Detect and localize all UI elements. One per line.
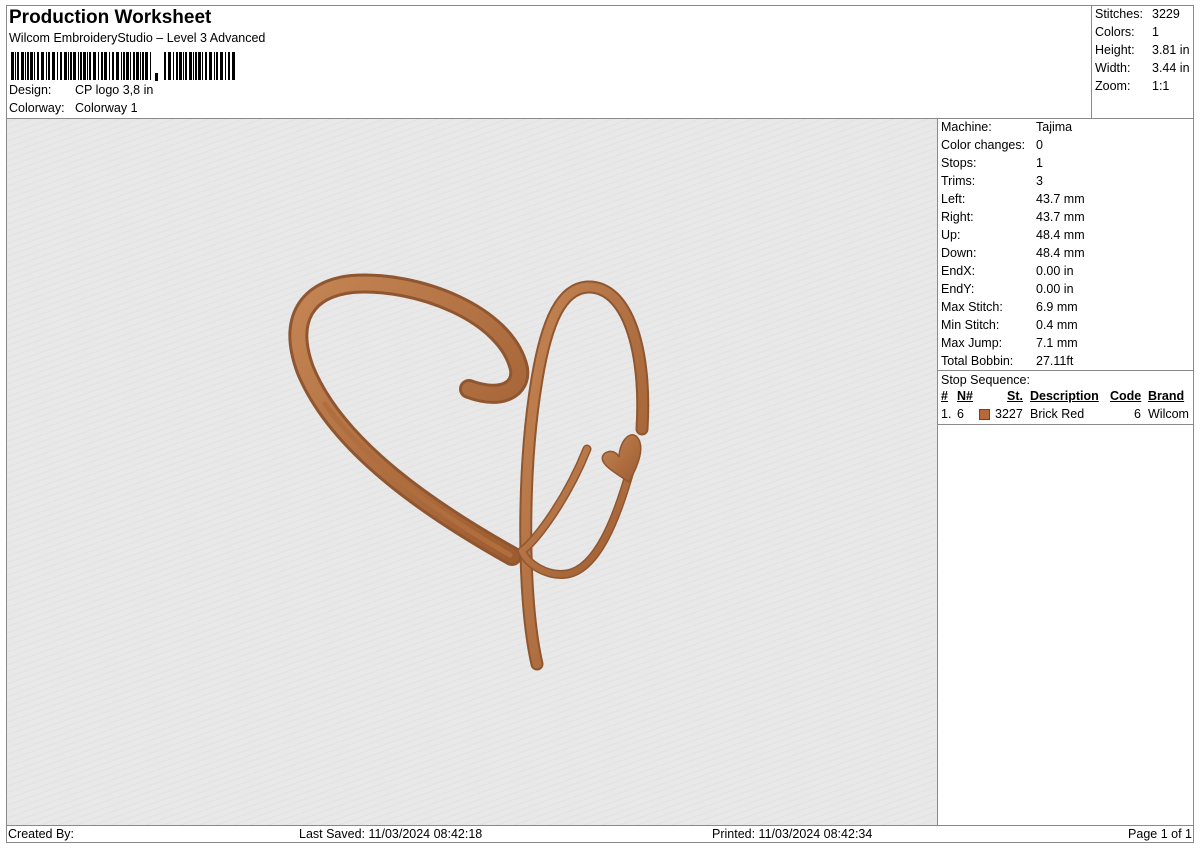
stitches-value: 3229 [1152,7,1180,21]
row-code: 6 [1134,407,1141,421]
machine-info-value: 0 [1036,138,1043,152]
machine-info-value: 0.4 mm [1036,318,1078,332]
canvas-divider [937,118,938,825]
row-num: 1. [941,407,952,421]
colorway-label: Colorway: [9,101,65,115]
colors-value: 1 [1152,25,1159,39]
machine-info-value: 3 [1036,174,1043,188]
height-label: Height: [1095,43,1135,57]
machine-info-value: 0.00 in [1036,282,1074,296]
worksheet-header: Production Worksheet Wilcom EmbroiderySt… [6,5,1092,118]
machine-info-row: Max Stitch: 6.9 mm [941,298,1085,316]
design-value: CP logo 3,8 in [75,83,154,97]
colorway-row: Colorway: Colorway 1 [9,101,138,115]
machine-info-label: Color changes: [941,138,1026,152]
color-swatch [979,409,990,420]
col-header-num: # [941,389,948,403]
row-stitches: 3227 [995,407,1023,421]
height-value: 3.81 in [1152,43,1190,57]
page-title: Production Worksheet [9,7,212,28]
barcode [11,52,235,81]
colors-row: Colors: 1 [1095,23,1190,41]
stop-table-rule [937,424,1194,425]
last-saved: Last Saved: 11/03/2024 08:42:18 [299,827,483,841]
width-row: Width: 3.44 in [1095,59,1190,77]
machine-info-label: Total Bobbin: [941,354,1014,368]
row-description: Brick Red [1030,407,1085,421]
machine-info-value: 43.7 mm [1036,210,1085,224]
machine-info-label: Machine: [941,120,992,134]
design-row: Design: CP logo 3,8 in [9,83,153,97]
header-divider [1091,5,1092,118]
stitches-label: Stitches: [1095,7,1143,21]
page-number: Page 1 of 1 [1128,827,1192,841]
machine-info-value: 48.4 mm [1036,228,1085,242]
printed-date: Printed: 11/03/2024 08:42:34 [712,827,873,841]
col-header-st: St. [1007,389,1023,403]
machine-info-row: Color changes: 0 [941,136,1085,154]
zoom-row: Zoom: 1:1 [1095,77,1190,95]
colors-label: Colors: [1095,25,1135,39]
width-value: 3.44 in [1152,61,1190,75]
machine-info-label: Stops: [941,156,977,170]
machine-info-row: Up: 48.4 mm [941,226,1085,244]
machine-info-label: Down: [941,246,977,260]
machine-info-row: Trims: 3 [941,172,1085,190]
machine-info-value: 48.4 mm [1036,246,1085,260]
fabric-background [7,119,937,825]
width-label: Width: [1095,61,1131,75]
created-by: Created By: [8,827,75,841]
design-label: Design: [9,83,52,97]
col-header-description: Description [1030,389,1099,403]
machine-info-value: 0.00 in [1036,264,1074,278]
colorway-value: Colorway 1 [75,101,138,115]
machine-info-label: Up: [941,228,961,242]
machine-info-label: EndY: [941,282,975,296]
machine-info-value: 43.7 mm [1036,192,1085,206]
machine-info-label: Max Stitch: [941,300,1003,314]
col-header-code: Code [1110,389,1142,403]
footer: Created By: Last Saved: 11/03/2024 08:42… [6,825,1194,843]
machine-info-value: 1 [1036,156,1043,170]
stop-sequence-title: Stop Sequence: [941,373,1030,387]
height-row: Height: 3.81 in [1095,41,1190,59]
row-brand: Wilcom [1148,407,1189,421]
machine-info-row: Max Jump: 7.1 mm [941,334,1085,352]
machine-info-label: Max Jump: [941,336,1003,350]
machine-info-row: Stops: 1 [941,154,1085,172]
machine-info-value: 27.11ft [1036,354,1074,368]
zoom-label: Zoom: [1095,79,1131,93]
machine-info-panel: Machine: Tajima Color changes: 0 Stops: 1 Trim… [941,118,1085,370]
machine-info-row: EndY: 0.00 in [941,280,1085,298]
machine-info-row: Right: 43.7 mm [941,208,1085,226]
machine-info-row: Min Stitch: 0.4 mm [941,316,1085,334]
machine-info-label: Right: [941,210,974,224]
col-header-brand: Brand [1148,389,1185,403]
machine-info-row: Total Bobbin: 27.11ft [941,352,1085,370]
machine-info-row: Machine: Tajima [941,118,1085,136]
col-header-n: N# [957,389,973,403]
stitches-row: Stitches: 3229 [1095,5,1190,23]
software-subtitle: Wilcom EmbroideryStudio – Level 3 Advanc… [9,31,266,45]
summary-panel: Stitches: 3229 Colors: 1 Height: 3.81 in Wi… [1095,5,1190,95]
machine-info-label: Min Stitch: [941,318,1000,332]
embroidery-design [7,119,937,825]
machine-info-value: 6.9 mm [1036,300,1078,314]
design-preview [7,119,937,825]
row-n: 6 [957,407,964,421]
zoom-value: 1:1 [1152,79,1170,93]
machine-info-row: Down: 48.4 mm [941,244,1085,262]
machine-info-label: Left: [941,192,966,206]
machine-info-row: EndX: 0.00 in [941,262,1085,280]
machine-info-value: 7.1 mm [1036,336,1078,350]
machine-info-row: Left: 43.7 mm [941,190,1085,208]
machine-info-value: Tajima [1036,120,1073,134]
machine-info-label: Trims: [941,174,976,188]
machine-info-label: EndX: [941,264,976,278]
